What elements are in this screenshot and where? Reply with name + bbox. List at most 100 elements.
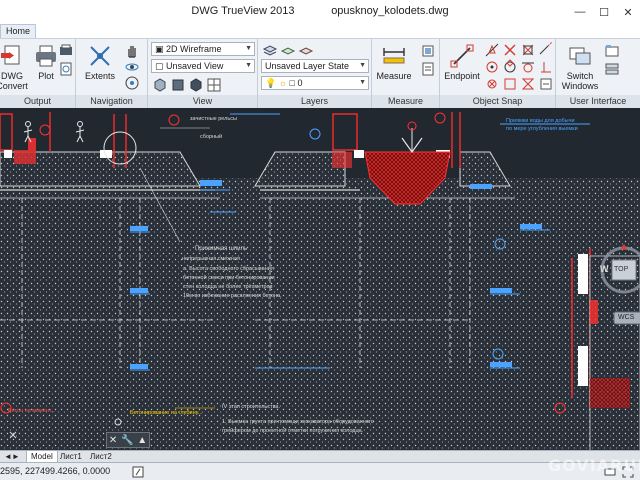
midpoint-snap-icon[interactable] xyxy=(484,42,500,58)
measure-list-icon[interactable] xyxy=(420,61,436,77)
wcs-menu[interactable]: WCS xyxy=(618,314,634,321)
saved-view-dropdown[interactable]: ▢ Unsaved View ▼ xyxy=(151,59,255,73)
drawing-stage-text-1: 1. Выемка грунта при помощи экскаватора … xyxy=(222,419,374,425)
close-icon[interactable]: ✕ xyxy=(109,435,117,446)
endpoint-label: Endpoint xyxy=(444,71,480,81)
switch-windows-button[interactable]: Switch Windows xyxy=(558,41,602,93)
chevron-down-icon: ▼ xyxy=(359,62,366,69)
quadrant-snap-icon[interactable] xyxy=(502,59,518,75)
node-snap-icon[interactable] xyxy=(484,76,500,92)
object-snap-panel-label: Object Snap xyxy=(440,95,555,108)
layer-properties-icon[interactable] xyxy=(262,42,278,58)
viewcube[interactable]: W TOP WCS xyxy=(598,236,640,326)
batch-plot-icon[interactable] xyxy=(58,43,74,59)
current-layer-dropdown[interactable]: 💡 ☼ □ 0 ▼ xyxy=(261,76,369,90)
drawing-note-7: 10м во избежание расслоения бетона. xyxy=(183,293,282,299)
layer-match-icon[interactable] xyxy=(280,42,296,58)
snap-settings-icon[interactable] xyxy=(538,76,554,92)
orbit-icon[interactable] xyxy=(124,59,140,75)
center-snap-icon[interactable] xyxy=(484,59,500,75)
navigation-panel-label: Navigation xyxy=(76,95,147,108)
switch-windows-label: Switch Windows xyxy=(561,71,599,91)
chevron-up-icon[interactable]: ▲ xyxy=(137,435,147,446)
status-bar: 2595, 227499.4266, 0.0000 xyxy=(0,462,640,480)
view-panel: ▣ 2D Wireframe ▼ ▢ Unsaved View ▼ View xyxy=(148,39,258,108)
drawing-note-2: непрерывная смежная xyxy=(182,256,240,262)
extension-snap-icon[interactable] xyxy=(538,42,554,58)
layout-tabs-bar: ◄► Model Лист1 Лист2 xyxy=(0,450,640,463)
steering-wheel-icon[interactable] xyxy=(124,75,140,91)
drawing-note-6: стен колодца не более трёхметров xyxy=(183,284,273,290)
file-tabs-icon[interactable] xyxy=(604,43,620,59)
sun-icon: ☼ xyxy=(278,78,287,88)
ribbon: DWG Convert Plot Output Extents xyxy=(0,38,640,108)
pan-hand-icon[interactable] xyxy=(124,43,140,59)
drawing-stage-text-2: грейфером до проектной отметки погружени… xyxy=(222,427,364,434)
object-snap-panel: Endpoint Object Snap xyxy=(440,39,556,108)
close-button[interactable]: ✕ xyxy=(616,0,640,24)
chevron-down-icon: ▼ xyxy=(245,45,252,52)
layer-previous-icon[interactable] xyxy=(298,42,314,58)
drawing-left-label-2: Бетон на момент... xyxy=(8,408,56,414)
dwg-convert-icon xyxy=(1,45,20,65)
drawing-note-5: бетонной смеси при бетонировании xyxy=(183,274,275,281)
drawing-top-label-1: Приямки воды для добычи xyxy=(506,118,575,124)
visual-style-dropdown[interactable]: ▣ 2D Wireframe ▼ xyxy=(151,42,255,56)
cube-side-icon[interactable] xyxy=(188,77,204,93)
perpendicular-snap-icon[interactable] xyxy=(538,59,554,75)
viewcube-top-face[interactable]: TOP xyxy=(614,266,628,273)
title-bar: DWG TrueView 2013 opusknoy_kolodets.dwg … xyxy=(0,0,640,24)
output-panel-label: Output xyxy=(0,95,75,108)
visual-style-icon: ▣ xyxy=(155,44,167,54)
layer-state-dropdown[interactable]: Unsaved Layer State ▼ xyxy=(261,59,369,73)
extents-label: Extents xyxy=(84,71,115,81)
nearest-snap-icon[interactable] xyxy=(520,76,536,92)
ribbon-tabs: Home xyxy=(0,24,640,38)
command-line-bar[interactable]: ✕ 🔧 ▲ xyxy=(106,432,150,448)
drawing-top-note-2: сборный xyxy=(200,133,222,140)
measure-button[interactable]: Measure xyxy=(372,41,416,93)
preview-icon[interactable] xyxy=(58,61,74,77)
cube-view-icon[interactable] xyxy=(152,77,168,93)
maximize-button[interactable]: ☐ xyxy=(592,0,616,24)
drawing-top-note: зачистные рельсы xyxy=(190,116,237,122)
measure-label: Measure xyxy=(376,71,412,81)
drawing-top-label-2: по мере углубления выемки xyxy=(506,126,578,132)
toolbars-icon[interactable] xyxy=(604,61,620,77)
viewcube-west-label[interactable]: W xyxy=(600,264,609,274)
cube-front-icon[interactable] xyxy=(170,77,186,93)
extents-button[interactable]: Extents xyxy=(78,41,122,93)
apparent-intersection-icon[interactable] xyxy=(520,42,536,58)
drawing-note-4: а. Высота свободного сбрасывания xyxy=(183,266,274,272)
drawing-left-label-1: Бетонирование на глубину... xyxy=(130,410,203,416)
measure-area-icon[interactable] xyxy=(420,43,436,59)
chevron-down-icon: ▼ xyxy=(359,79,366,86)
view-panel-label: View xyxy=(148,95,257,108)
tab-home[interactable]: Home xyxy=(0,24,37,38)
coordinate-readout: 2595, 227499.4266, 0.0000 xyxy=(0,466,111,476)
switch-windows-icon xyxy=(569,47,591,65)
model-space-icon[interactable] xyxy=(132,466,144,478)
insert-snap-icon[interactable] xyxy=(502,76,518,92)
chevron-down-icon: ▼ xyxy=(245,62,252,69)
minimize-button[interactable]: — xyxy=(568,0,592,24)
window-title: DWG TrueView 2013 opusknoy_kolodets.dwg xyxy=(191,5,449,17)
drawing-note-1: Прижимная шпиль xyxy=(195,246,247,252)
zoom-extents-icon xyxy=(90,46,110,66)
navigation-panel: Extents Navigation xyxy=(76,39,148,108)
printer-icon xyxy=(36,45,56,67)
cad-drawing[interactable]: Прижимная шпиль непрерывная смежная а. В… xyxy=(0,108,640,462)
drawing-canvas[interactable]: Прижимная шпиль непрерывная смежная а. В… xyxy=(0,108,640,462)
layers-panel-label: Layers xyxy=(258,95,371,108)
viewport-icon[interactable] xyxy=(206,77,222,93)
view-icon: ▢ xyxy=(155,61,167,71)
intersection-snap-icon[interactable] xyxy=(502,42,518,58)
measure-panel: Measure Measure xyxy=(372,39,440,108)
layers-panel: Unsaved Layer State ▼ 💡 ☼ □ 0 ▼ Layers xyxy=(258,39,372,108)
endpoint-snap-button[interactable]: Endpoint xyxy=(440,41,484,93)
color-swatch-icon: □ xyxy=(289,78,295,88)
lightbulb-icon: 💡 xyxy=(265,78,277,88)
wrench-icon[interactable]: 🔧 xyxy=(121,435,133,446)
tangent-snap-icon[interactable] xyxy=(520,59,536,75)
measure-panel-label: Measure xyxy=(372,95,439,108)
